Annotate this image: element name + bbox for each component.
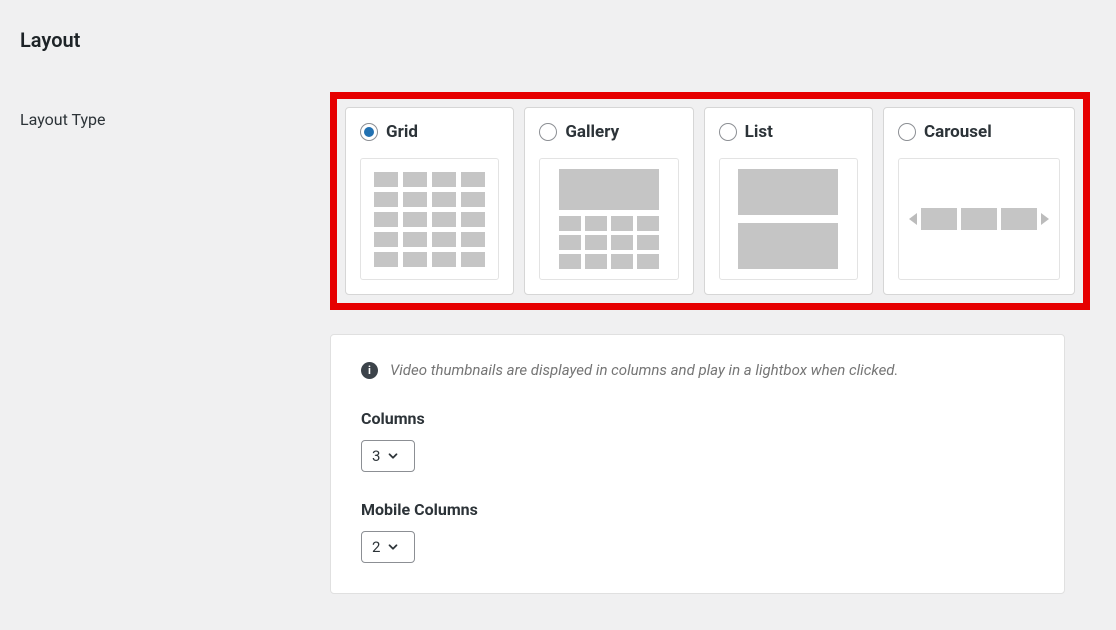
layout-option-label: Grid xyxy=(386,122,418,142)
columns-label: Columns xyxy=(361,409,1034,428)
grid-preview-icon xyxy=(360,158,499,280)
carousel-left-arrow-icon xyxy=(909,213,917,225)
radio-gallery[interactable] xyxy=(539,123,557,141)
layout-details-panel: i Video thumbnails are displayed in colu… xyxy=(330,334,1065,594)
layout-option-list[interactable]: List xyxy=(704,107,873,295)
layout-options-highlight: Grid Gallery xyxy=(330,92,1090,310)
layout-option-label: Gallery xyxy=(565,122,619,142)
mobile-columns-select[interactable]: 2 xyxy=(361,531,415,563)
list-preview-icon xyxy=(719,158,858,280)
radio-grid[interactable] xyxy=(360,123,378,141)
carousel-right-arrow-icon xyxy=(1041,213,1049,225)
radio-carousel[interactable] xyxy=(898,123,916,141)
layout-type-row: Layout Type Grid xyxy=(20,92,1096,310)
layout-type-label: Layout Type xyxy=(20,92,330,129)
mobile-columns-value: 2 xyxy=(372,538,380,556)
carousel-preview-icon xyxy=(898,158,1060,280)
layout-description: Video thumbnails are displayed in column… xyxy=(390,361,898,379)
section-title: Layout xyxy=(20,28,1096,52)
gallery-preview-icon xyxy=(539,158,678,280)
columns-select[interactable]: 3 xyxy=(361,440,415,472)
mobile-columns-label: Mobile Columns xyxy=(361,500,1034,519)
layout-option-carousel[interactable]: Carousel xyxy=(883,107,1075,295)
layout-option-label: Carousel xyxy=(924,122,992,142)
chevron-down-icon xyxy=(386,540,400,554)
layout-option-gallery[interactable]: Gallery xyxy=(524,107,693,295)
layout-option-label: List xyxy=(745,122,773,142)
layout-option-grid[interactable]: Grid xyxy=(345,107,514,295)
chevron-down-icon xyxy=(386,449,400,463)
radio-list[interactable] xyxy=(719,123,737,141)
info-icon: i xyxy=(361,362,378,379)
columns-value: 3 xyxy=(372,447,380,465)
